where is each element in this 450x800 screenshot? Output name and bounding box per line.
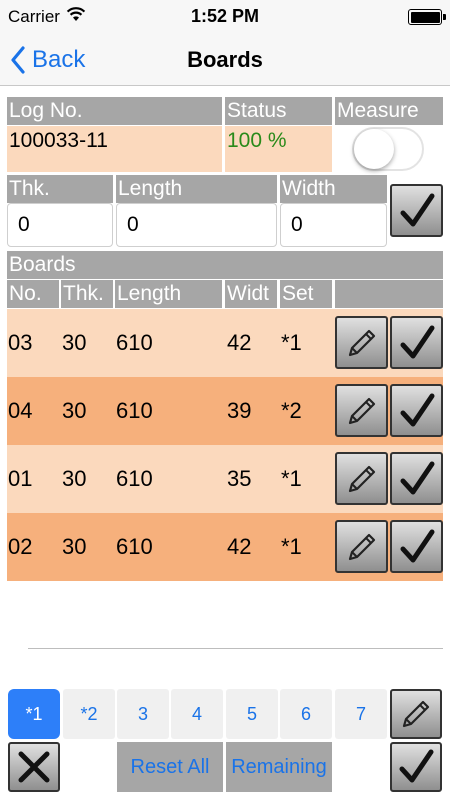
set-button-5[interactable]: 5	[226, 689, 278, 739]
toggle-knob	[354, 129, 394, 169]
col-length-header: Length	[115, 280, 222, 308]
remaining-button[interactable]: Remaining	[226, 742, 332, 792]
row-no: 03	[8, 330, 33, 355]
col-set-header: Set	[280, 280, 332, 308]
thk-header: Thk.	[7, 175, 113, 203]
set-button-6[interactable]: 6	[280, 689, 332, 739]
row-no: 02	[8, 534, 33, 559]
row-no: 04	[8, 398, 33, 423]
checkmark-icon	[400, 529, 434, 562]
checkmark-icon	[400, 193, 434, 226]
measure-header: Measure	[335, 97, 443, 125]
row-thk: 30	[62, 330, 87, 355]
row-width: 35	[227, 466, 252, 491]
page-title: Boards	[187, 47, 263, 72]
edit-set-button[interactable]	[390, 689, 442, 739]
pencil-icon	[402, 700, 430, 728]
thk-input[interactable]: 0	[7, 203, 113, 247]
row-length: 610	[116, 330, 153, 355]
reset-all-button[interactable]: Reset All	[117, 742, 223, 792]
confirm-button[interactable]	[390, 384, 443, 437]
measure-toggle[interactable]	[352, 127, 424, 171]
checkmark-icon	[399, 749, 434, 783]
confirm-button[interactable]	[390, 520, 443, 573]
row-length: 610	[116, 398, 153, 423]
col-thk-header: Thk.	[61, 280, 113, 308]
set-button-7[interactable]: 7	[335, 689, 387, 739]
cancel-button[interactable]	[8, 742, 60, 792]
checkmark-icon	[400, 393, 434, 426]
edit-button[interactable]	[335, 316, 388, 369]
row-length: 610	[116, 534, 153, 559]
clock: 1:52 PM	[190, 6, 260, 26]
x-icon	[18, 751, 50, 783]
row-width: 39	[227, 398, 252, 423]
pencil-icon	[348, 533, 375, 560]
length-header: Length	[116, 175, 277, 203]
row-width: 42	[227, 534, 252, 559]
set-button-4[interactable]: 4	[171, 689, 223, 739]
row-set: *1	[281, 466, 302, 491]
log-no-value: 100033-11	[7, 126, 222, 172]
length-input[interactable]: 0	[116, 203, 277, 247]
status-header: Status	[225, 97, 332, 125]
col-no-header: No.	[7, 280, 59, 308]
row-thk: 30	[62, 466, 87, 491]
row-width: 42	[227, 330, 252, 355]
pencil-icon	[348, 329, 375, 356]
battery-tip	[443, 14, 446, 20]
confirm-button[interactable]	[390, 452, 443, 505]
edit-button[interactable]	[335, 520, 388, 573]
row-set: *1	[281, 534, 302, 559]
boards-section-header: Boards	[7, 251, 443, 279]
width-header: Width	[280, 175, 387, 203]
confirm-all-button[interactable]	[390, 742, 442, 792]
width-input[interactable]: 0	[280, 203, 387, 247]
row-length: 610	[116, 466, 153, 491]
confirm-button[interactable]	[390, 316, 443, 369]
row-thk: 30	[62, 398, 87, 423]
status-bar: Carrier 1:52 PM	[0, 0, 450, 34]
set-button-2[interactable]: *2	[63, 689, 115, 739]
row-thk: 30	[62, 534, 87, 559]
pencil-icon	[348, 397, 375, 424]
row-set: *2	[281, 398, 302, 423]
set-button-1[interactable]: *1	[8, 689, 60, 739]
navigation-bar: Back Boards	[0, 34, 450, 86]
set-button-3[interactable]: 3	[117, 689, 169, 739]
edit-button[interactable]	[335, 452, 388, 505]
add-board-confirm-button[interactable]	[390, 184, 443, 237]
log-no-header: Log No.	[7, 97, 222, 125]
row-no: 01	[8, 466, 33, 491]
edit-button[interactable]	[335, 384, 388, 437]
row-set: *1	[281, 330, 302, 355]
status-value: 100 %	[225, 126, 332, 172]
col-width-header: Widt	[225, 280, 277, 308]
pencil-icon	[348, 465, 375, 492]
col-actions-header	[335, 280, 443, 308]
checkmark-icon	[400, 325, 434, 358]
battery-icon	[408, 9, 442, 25]
divider	[28, 648, 443, 649]
checkmark-icon	[400, 461, 434, 494]
